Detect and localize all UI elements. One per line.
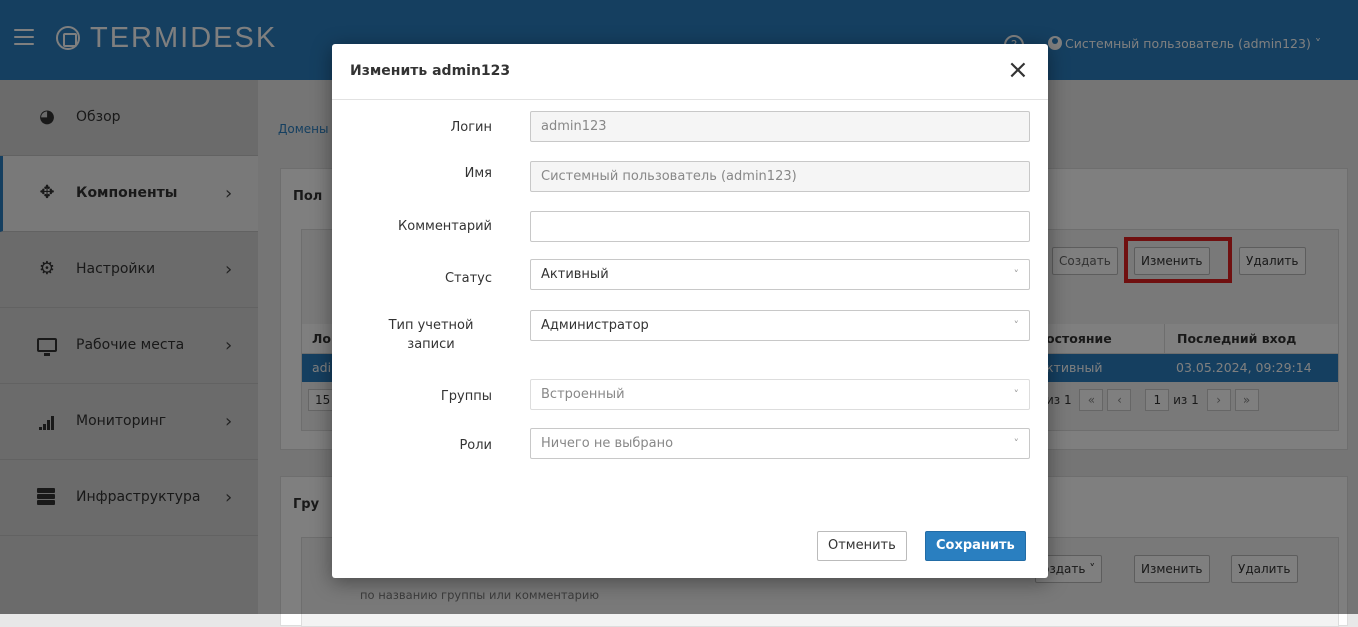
status-label: Статус bbox=[444, 271, 492, 286]
account-type-label: Тип учетной записи bbox=[388, 318, 474, 352]
groups-select[interactable]: Встроенный ˅ bbox=[530, 379, 1030, 410]
groups-label: Группы bbox=[440, 389, 492, 404]
roles-label: Роли bbox=[459, 438, 492, 453]
dialog-header: Изменить admin123 × bbox=[332, 44, 1048, 100]
status-value: Активный bbox=[541, 267, 609, 282]
status-select[interactable]: Активный ˅ bbox=[530, 259, 1030, 290]
edit-user-dialog: Изменить admin123 × Логин admin123 Имя С… bbox=[332, 44, 1048, 578]
login-label: Логин bbox=[450, 120, 492, 135]
roles-select[interactable]: Ничего не выбрано ˅ bbox=[530, 428, 1030, 459]
chevron-down-icon: ˅ bbox=[1013, 437, 1020, 450]
save-button[interactable]: Сохранить bbox=[925, 531, 1026, 561]
chevron-down-icon: ˅ bbox=[1013, 268, 1020, 281]
login-field[interactable]: admin123 bbox=[530, 111, 1030, 142]
name-label: Имя bbox=[464, 166, 492, 181]
roles-value: Ничего не выбрано bbox=[541, 436, 674, 451]
comment-field[interactable] bbox=[530, 211, 1030, 242]
comment-label: Комментарий bbox=[398, 219, 492, 234]
close-icon[interactable]: × bbox=[1007, 57, 1029, 83]
account-type-select[interactable]: Администратор ˅ bbox=[530, 310, 1030, 341]
name-field[interactable]: Системный пользователь (admin123) bbox=[530, 161, 1030, 192]
cancel-button[interactable]: Отменить bbox=[817, 531, 907, 561]
chevron-down-icon: ˅ bbox=[1013, 319, 1020, 332]
dialog-title: Изменить admin123 bbox=[350, 63, 511, 79]
account-type-value: Администратор bbox=[541, 318, 649, 333]
chevron-down-icon: ˅ bbox=[1013, 388, 1020, 401]
groups-value: Встроенный bbox=[541, 387, 625, 402]
